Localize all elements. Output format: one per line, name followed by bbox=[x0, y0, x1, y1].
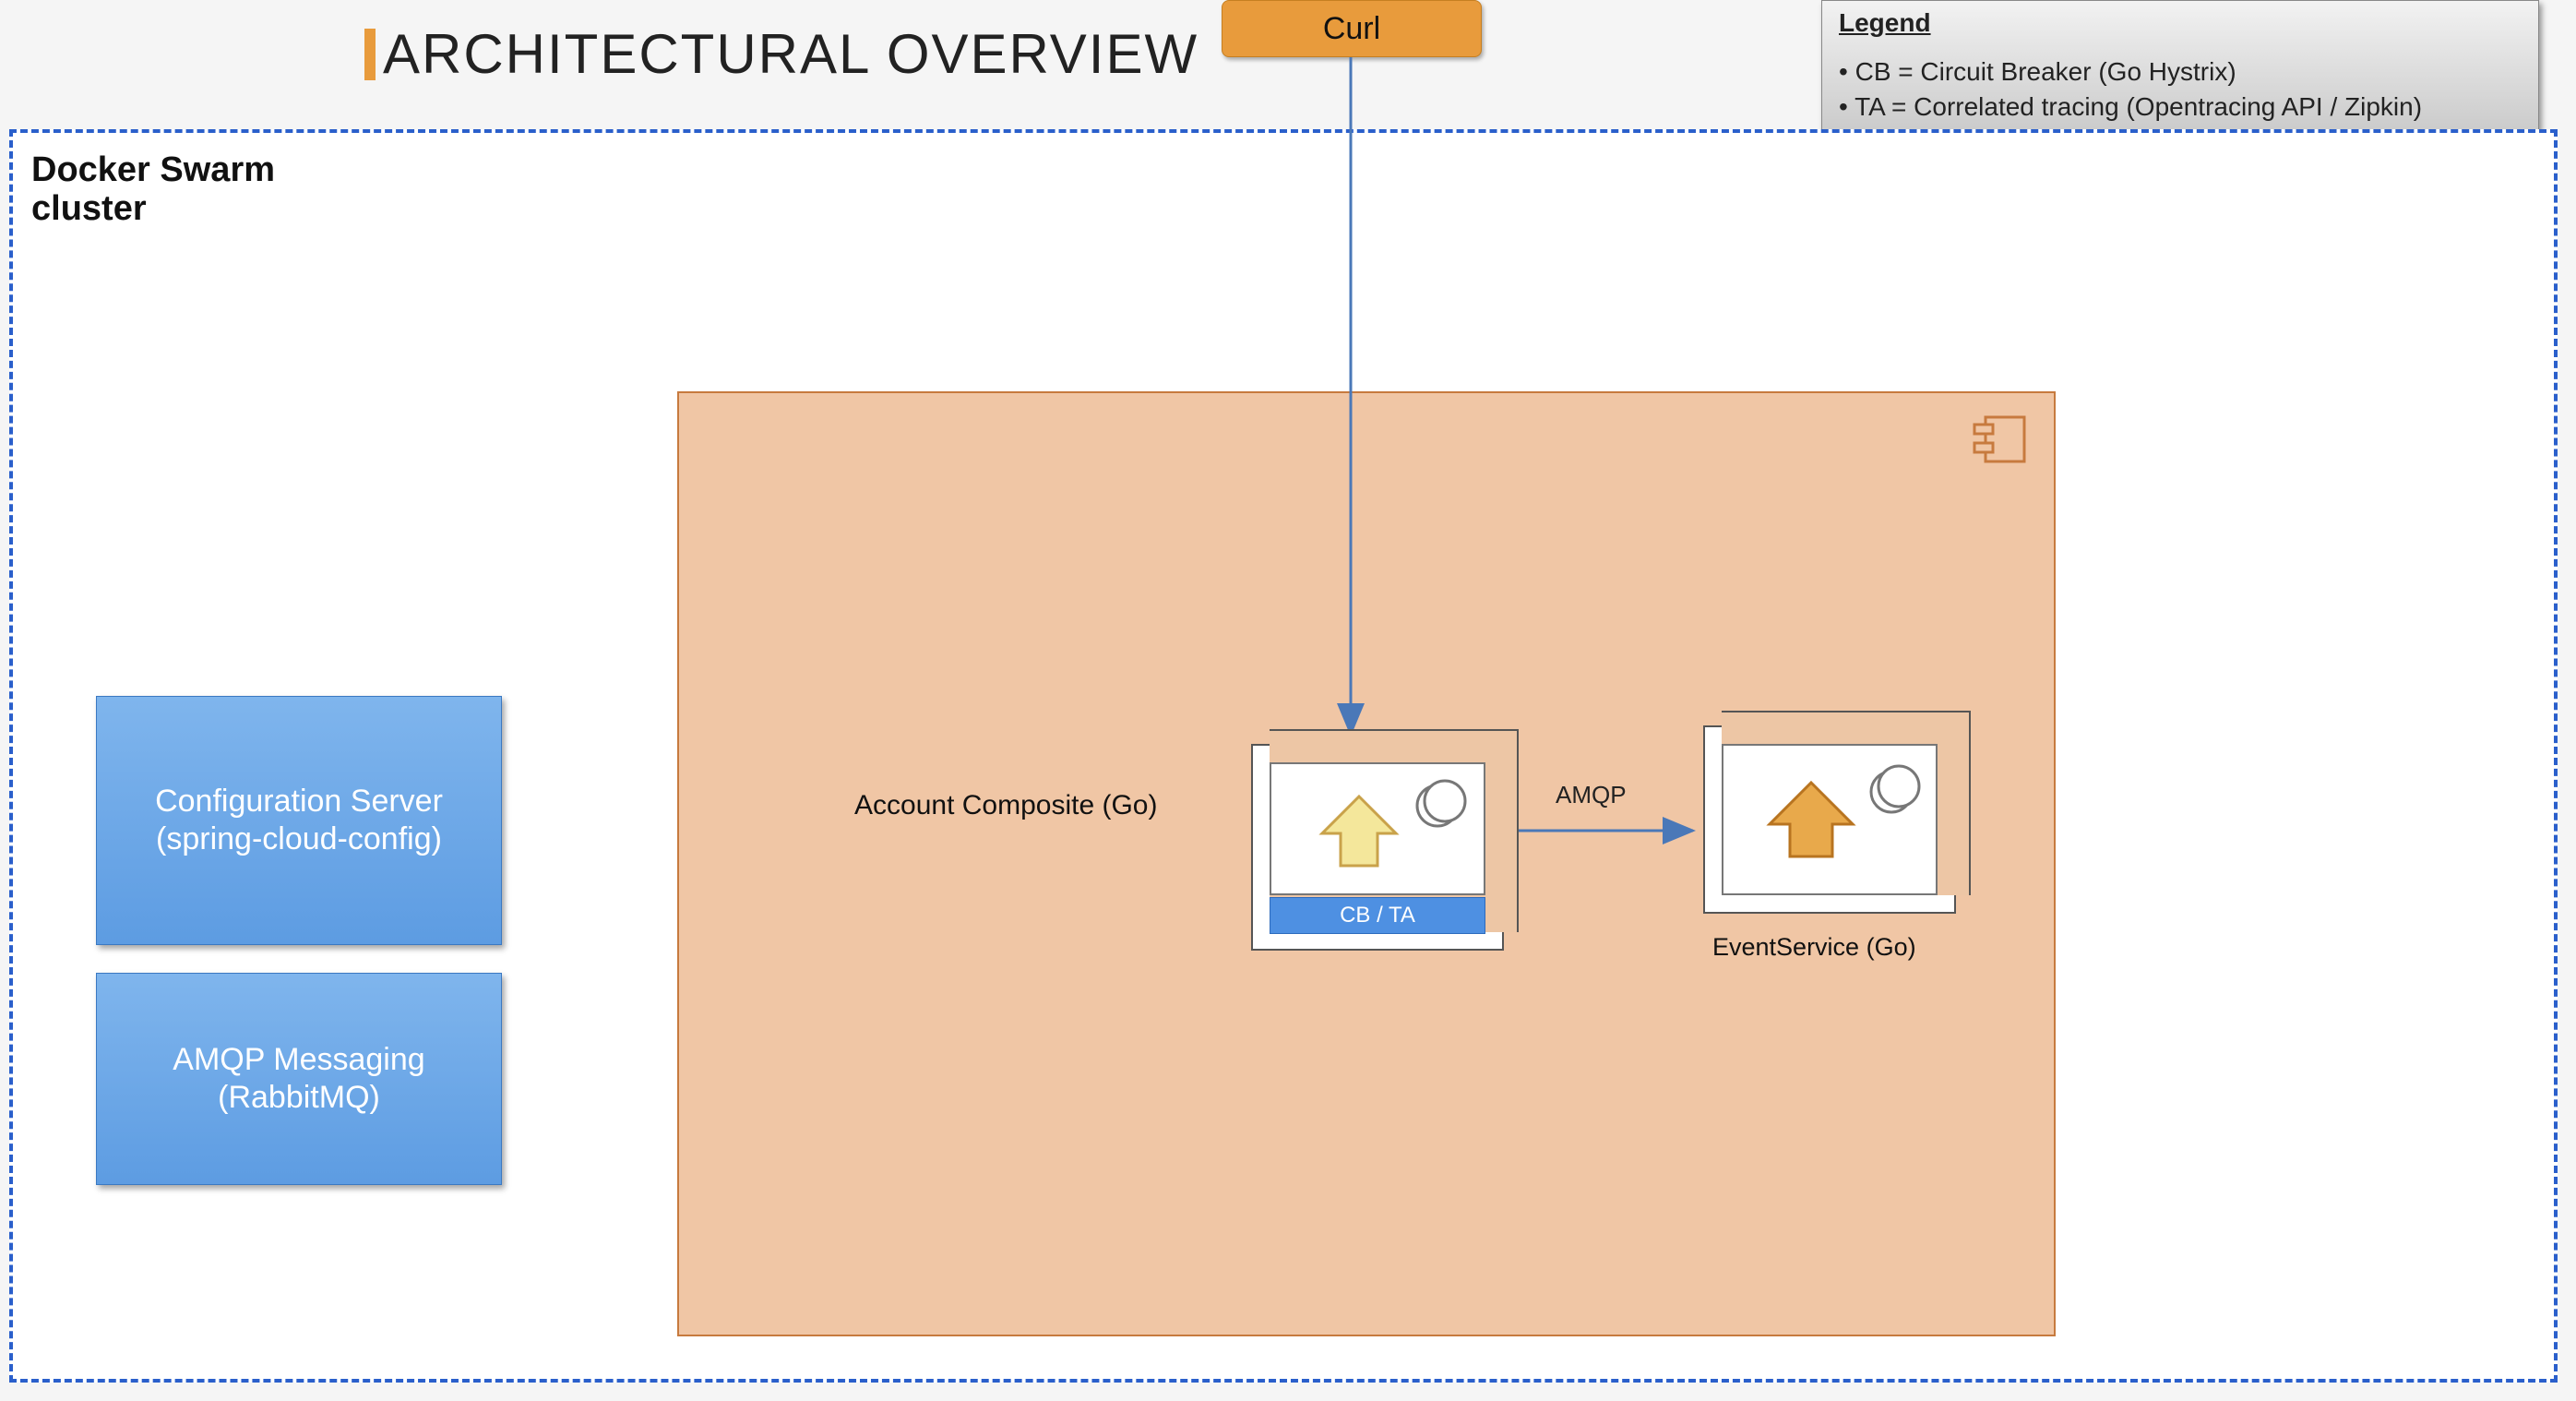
docker-swarm-cluster: Docker Swarm cluster Configuration Serve… bbox=[9, 129, 2558, 1383]
curl-client-box: Curl bbox=[1222, 0, 1482, 57]
legend-title: Legend bbox=[1839, 8, 2522, 38]
legend-box: Legend • CB = Circuit Breaker (Go Hystri… bbox=[1821, 0, 2539, 142]
service-inner bbox=[1270, 762, 1485, 895]
service-group-container: Account Composite (Go) CB / TA bbox=[677, 391, 2056, 1336]
curl-label: Curl bbox=[1323, 11, 1380, 47]
service-inner bbox=[1722, 744, 1938, 895]
page-title: ARCHITECTURAL OVERVIEW bbox=[383, 22, 1199, 86]
amqp-messaging-label: AMQP Messaging (RabbitMQ) bbox=[113, 1041, 484, 1117]
account-composite-label: Account Composite (Go) bbox=[854, 790, 1157, 821]
amqp-arrow-label: AMQP bbox=[1556, 781, 1627, 809]
page-title-bar: ARCHITECTURAL OVERVIEW bbox=[364, 22, 1199, 86]
configuration-server-label: Configuration Server (spring-cloud-confi… bbox=[155, 783, 443, 858]
cluster-label: Docker Swarm cluster bbox=[31, 151, 275, 229]
event-service bbox=[1703, 725, 1956, 914]
cb-ta-badge: CB / TA bbox=[1270, 897, 1485, 934]
component-icon bbox=[1973, 412, 2028, 467]
title-accent-bar bbox=[364, 29, 376, 80]
account-composite-service: CB / TA bbox=[1251, 744, 1504, 951]
legend-item: • TA = Correlated tracing (Opentracing A… bbox=[1839, 90, 2522, 125]
service-glyph bbox=[1723, 746, 1936, 893]
service-glyph bbox=[1271, 764, 1484, 893]
event-service-label: EventService (Go) bbox=[1712, 933, 1916, 962]
legend-item: • CB = Circuit Breaker (Go Hystrix) bbox=[1839, 54, 2522, 90]
amqp-messaging-box: AMQP Messaging (RabbitMQ) bbox=[96, 973, 502, 1185]
configuration-server-box: Configuration Server (spring-cloud-confi… bbox=[96, 696, 502, 945]
